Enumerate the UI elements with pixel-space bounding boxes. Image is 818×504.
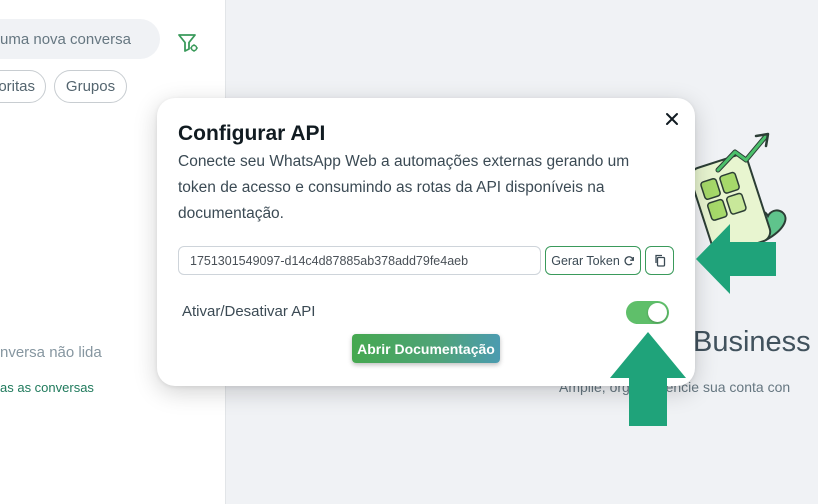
copy-icon: [654, 254, 665, 267]
open-documentation-button[interactable]: Abrir Documentação: [352, 334, 500, 363]
search-input[interactable]: uma nova conversa: [0, 19, 160, 59]
filter-chip-favorites[interactable]: oritas: [0, 70, 46, 103]
search-placeholder: uma nova conversa: [0, 30, 131, 48]
modal-title: Configurar API: [178, 122, 326, 145]
copy-token-button[interactable]: [645, 246, 674, 275]
intro-title: Business W: [693, 326, 818, 358]
unread-status-text: nversa não lida: [0, 344, 102, 361]
annotation-arrow-up-icon: [610, 332, 686, 426]
all-conversations-link[interactable]: as as conversas: [0, 380, 94, 395]
filter-icon[interactable]: [176, 31, 200, 55]
modal-description: Conecte seu WhatsApp Web a automações ex…: [178, 153, 630, 222]
filter-chip-label: Grupos: [65, 78, 116, 95]
close-icon: [666, 113, 678, 125]
filter-chip-groups[interactable]: Grupos: [54, 70, 127, 103]
filter-chip-label: oritas: [0, 78, 35, 95]
api-toggle-switch[interactable]: [626, 301, 669, 324]
toggle-knob: [648, 303, 667, 322]
annotation-arrow-left-icon: [696, 224, 776, 294]
refresh-icon: [624, 255, 634, 265]
generate-token-button[interactable]: Gerar Token: [545, 246, 641, 275]
api-toggle-label: Ativar/Desativar API: [182, 303, 316, 320]
close-button[interactable]: [661, 108, 683, 130]
generate-token-label: Gerar Token: [551, 253, 620, 268]
token-input[interactable]: [178, 246, 541, 275]
